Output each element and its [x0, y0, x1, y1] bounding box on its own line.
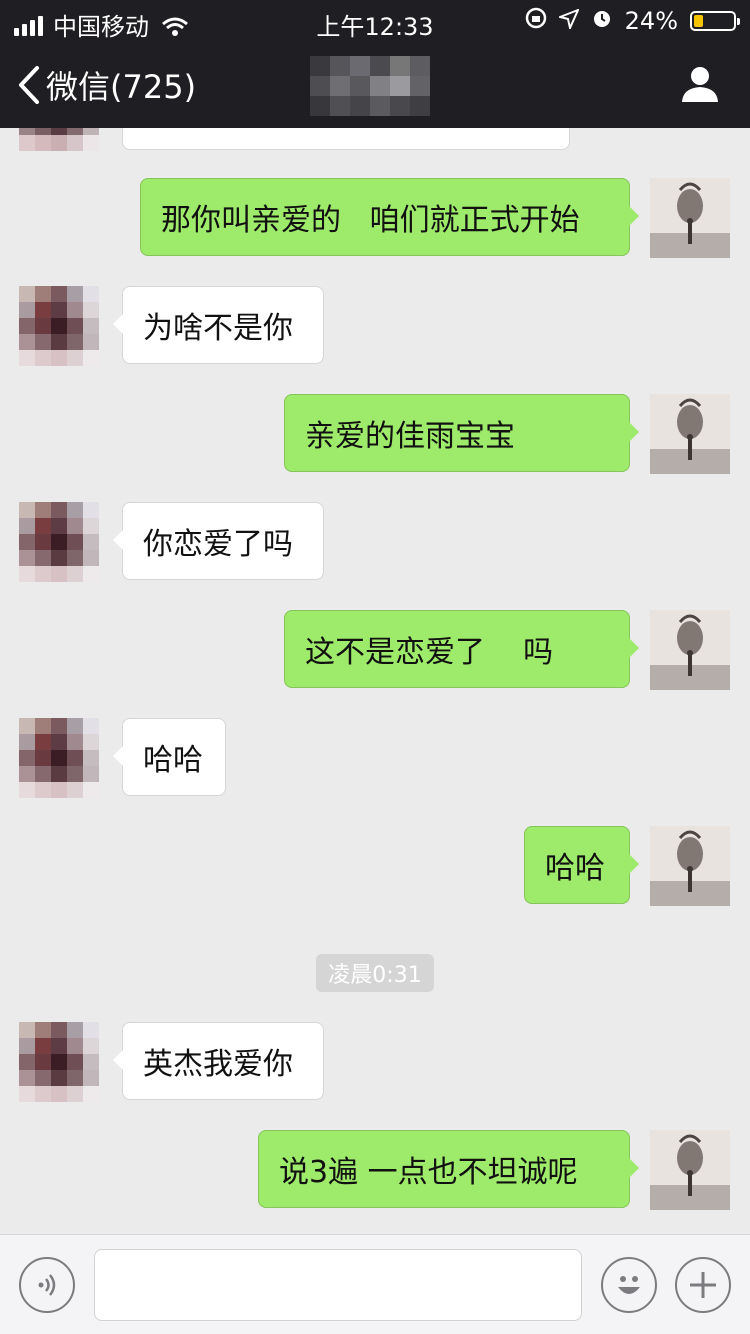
person-icon	[682, 67, 718, 102]
back-button[interactable]: 微信(725)	[18, 62, 196, 108]
top-bar: 中国移动 上午12:33 24% 微信(725)	[0, 0, 750, 128]
rotation-lock-icon	[525, 7, 547, 35]
incoming-message[interactable]: 英杰我爱你	[113, 1022, 324, 1100]
back-label: 微信(725)	[46, 68, 197, 106]
status-bar: 中国移动 上午12:33 24%	[0, 0, 750, 41]
outgoing-message[interactable]: 说3遍 一点也不坦诚呢	[258, 1130, 639, 1208]
more-button[interactable]	[675, 1257, 731, 1313]
contact-avatar[interactable]	[19, 502, 99, 582]
voice-button[interactable]	[19, 1257, 75, 1313]
incoming-message[interactable]: 为啥不是你	[113, 286, 324, 364]
voice-icon	[38, 1274, 56, 1296]
chat-title-blurred	[310, 56, 438, 116]
emoji-icon	[618, 1276, 640, 1294]
outgoing-message[interactable]: 哈哈	[524, 826, 639, 904]
emoji-button[interactable]	[601, 1257, 657, 1313]
contact-avatar[interactable]	[19, 1022, 99, 1102]
input-bar	[0, 1234, 750, 1334]
incoming-message[interactable]: 哈哈	[113, 718, 226, 796]
my-avatar[interactable]	[650, 394, 730, 474]
my-avatar[interactable]	[650, 178, 730, 258]
alarm-icon	[591, 7, 613, 35]
message-bubble-partial[interactable]	[122, 128, 570, 150]
message-input[interactable]	[94, 1249, 582, 1321]
contact-avatar[interactable]	[19, 718, 99, 798]
my-avatar[interactable]	[650, 610, 730, 690]
location-icon	[556, 7, 580, 35]
my-avatar[interactable]	[650, 826, 730, 906]
chevron-left-icon	[19, 66, 39, 104]
contact-avatar[interactable]	[19, 128, 99, 151]
my-avatar[interactable]	[650, 1130, 730, 1210]
chat-area[interactable]: 那你叫亲爱的 咱们就正式开始 为啥不是你 亲爱的佳雨宝宝 你恋爱了吗 这不是恋爱了 吗哈…	[0, 128, 750, 1234]
outgoing-message[interactable]: 那你叫亲爱的 咱们就正式开始	[140, 178, 639, 256]
timestamp-badge: 凌晨0:31	[316, 954, 434, 992]
incoming-message[interactable]: 你恋爱了吗	[113, 502, 324, 580]
battery-percent: 24%	[624, 7, 678, 35]
outgoing-message[interactable]: 亲爱的佳雨宝宝	[284, 394, 639, 472]
contact-avatar[interactable]	[19, 286, 99, 366]
nav-bar: 微信(725)	[0, 44, 750, 128]
plus-icon	[690, 1272, 716, 1298]
battery-icon	[690, 11, 740, 31]
chat-info-button[interactable]	[680, 64, 720, 108]
outgoing-message[interactable]: 这不是恋爱了 吗	[284, 610, 639, 688]
